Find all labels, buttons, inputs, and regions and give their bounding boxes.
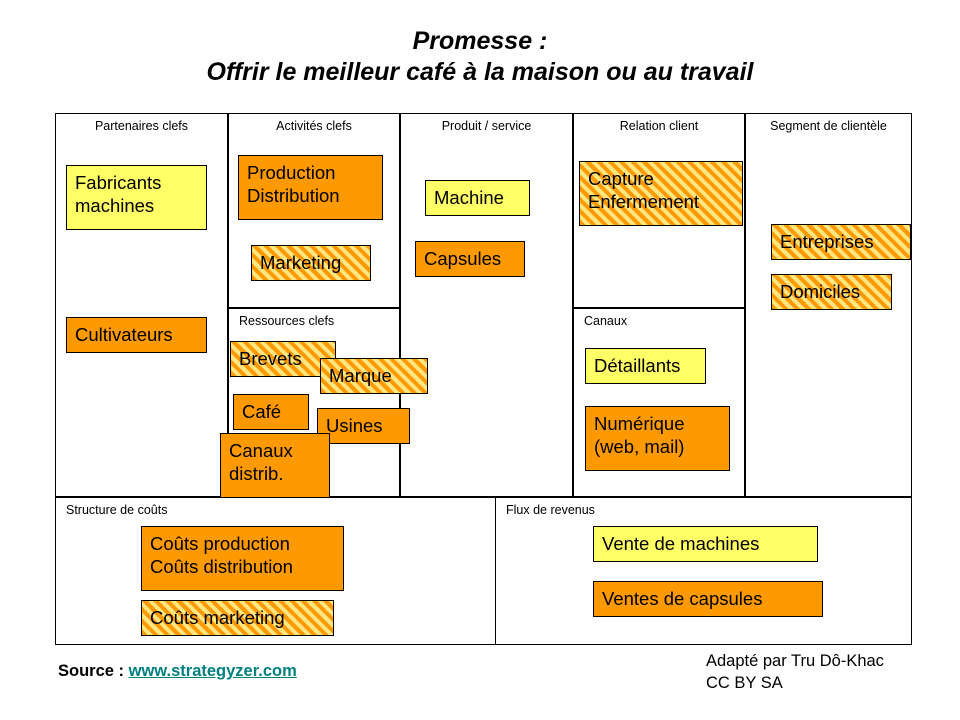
note-production-distribution[interactable]: Production Distribution <box>238 155 383 220</box>
cell-label-ressources-clefs: Ressources clefs <box>239 314 335 328</box>
cell-produit-service[interactable]: Produit / service <box>400 113 573 497</box>
note-fabricants-machines[interactable]: Fabricants machines <box>66 165 207 230</box>
note-numerique[interactable]: Numérique (web, mail) <box>585 406 730 471</box>
business-model-canvas: Partenaires clefs Activités clefs Ressou… <box>55 113 912 498</box>
cell-label-structure-couts: Structure de coûts <box>66 503 168 517</box>
note-cultivateurs[interactable]: Cultivateurs <box>66 317 207 353</box>
note-ventes-capsules[interactable]: Ventes de capsules <box>593 581 823 617</box>
credit-text: Adapté par Tru Dô-Khac CC BY SA <box>706 652 884 692</box>
title-line-2: Offrir le meilleur café à la maison ou a… <box>206 58 754 86</box>
note-entreprises[interactable]: Entreprises <box>771 224 911 260</box>
note-capsules[interactable]: Capsules <box>415 241 525 277</box>
page-title: Promesse : Offrir le meilleur café à la … <box>0 26 960 88</box>
note-usines[interactable]: Usines <box>317 408 410 444</box>
note-couts-production[interactable]: Coûts production Coûts distribution <box>141 526 344 591</box>
source-line: Source : www.strategyzer.com <box>58 661 297 682</box>
note-canaux-distrib[interactable]: Canaux distrib. <box>220 433 330 498</box>
note-cafe[interactable]: Café <box>233 394 309 430</box>
cell-label-partenaires-clefs: Partenaires clefs <box>94 119 189 133</box>
note-couts-marketing[interactable]: Coûts marketing <box>141 600 334 636</box>
note-domiciles[interactable]: Domiciles <box>771 274 892 310</box>
note-machine[interactable]: Machine <box>425 180 530 216</box>
note-marketing[interactable]: Marketing <box>251 245 371 281</box>
note-marque[interactable]: Marque <box>320 358 428 394</box>
strategyzer-link[interactable]: www.strategyzer.com <box>129 662 297 680</box>
note-vente-machines[interactable]: Vente de machines <box>593 526 818 562</box>
source-label: Source : <box>58 662 125 680</box>
cell-flux-revenus[interactable]: Flux de revenus <box>495 497 912 645</box>
title-line-1: Promesse : <box>412 27 548 55</box>
cell-label-segment-clientele: Segment de clientèle <box>770 119 887 133</box>
cell-label-produit-service: Produit / service <box>441 119 532 133</box>
note-detaillants[interactable]: Détaillants <box>585 348 706 384</box>
cell-label-canaux: Canaux <box>584 314 628 328</box>
cell-label-relation-client: Relation client <box>619 119 699 133</box>
note-capture-enfermement[interactable]: Capture Enfermement <box>579 161 743 226</box>
cell-label-activites-clefs: Activités clefs <box>276 119 352 133</box>
cell-label-flux-revenus: Flux de revenus <box>506 503 595 517</box>
